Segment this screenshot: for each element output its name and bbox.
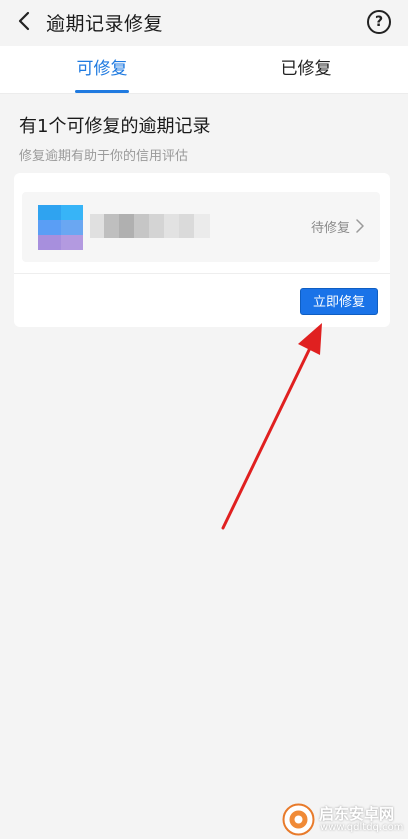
tab-repairable[interactable]: 可修复 bbox=[0, 46, 204, 94]
tab-repaired[interactable]: 已修复 bbox=[204, 46, 408, 94]
site-watermark: 启东安卓网 www.qdltdq.com bbox=[282, 803, 404, 836]
repair-status-label: 待修复 bbox=[310, 221, 350, 236]
page-title: 逾期记录修复 bbox=[46, 13, 164, 35]
summary-subtitle: 修复逾期有助于你的信用评估 bbox=[19, 149, 189, 164]
blurred-institution-name bbox=[90, 214, 210, 238]
chevron-right-icon bbox=[356, 219, 364, 233]
tab-bar: 可修复 已修复 bbox=[0, 46, 408, 94]
overdue-record-item[interactable]: 待修复 bbox=[22, 192, 380, 262]
overdue-record-card: 待修复 立即修复 bbox=[14, 173, 390, 327]
watermark-name: 启东安卓网 bbox=[319, 805, 395, 823]
watermark-url: www.qdltdq.com bbox=[320, 822, 404, 833]
card-divider bbox=[14, 273, 390, 274]
watermark-logo-icon bbox=[282, 803, 315, 836]
back-chevron-icon[interactable] bbox=[14, 10, 36, 32]
repair-now-button[interactable]: 立即修复 bbox=[300, 288, 378, 315]
help-icon[interactable]: ? bbox=[367, 10, 391, 34]
summary-title: 有1个可修复的逾期记录 bbox=[19, 116, 211, 137]
institution-logo-icon bbox=[38, 205, 83, 250]
app-header: 逾期记录修复 ? bbox=[0, 0, 408, 46]
active-tab-indicator bbox=[75, 90, 129, 93]
